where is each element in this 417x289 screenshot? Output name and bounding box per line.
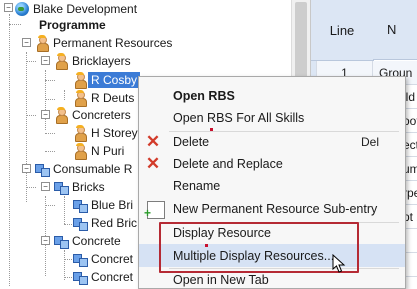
tree-connector (45, 99, 55, 100)
tree-node-consumable[interactable]: Consumable R (34, 159, 132, 178)
menu-item-new-sub-entry[interactable]: + New Permanent Resource Sub-entry (139, 197, 405, 220)
column-header-line[interactable]: Line (311, 0, 374, 61)
tree-node-label: R Deuts (91, 90, 135, 105)
tree-node-label: Concret (91, 269, 134, 284)
tree-node-label: N Puri (91, 143, 125, 158)
menu-item-open-rbs[interactable]: Open RBS (139, 84, 405, 107)
collapse-toggle[interactable]: − (41, 182, 50, 191)
tree-connector (26, 115, 36, 116)
tree-connector (64, 196, 65, 224)
tree-connector (45, 133, 55, 134)
tree-connector (26, 187, 36, 188)
menu-item-open-in-new-tab[interactable]: Open in New Tab (139, 268, 405, 288)
consumable-icon (72, 251, 88, 267)
annotation-dot (205, 244, 208, 247)
new-document-icon: + (144, 201, 165, 219)
tree-node-label: Concret (91, 251, 134, 266)
consumable-icon (72, 215, 88, 231)
tree-connector (64, 250, 65, 280)
tree-node-label: Concrete (72, 233, 121, 248)
tree-node-programme[interactable]: Programme (36, 15, 106, 34)
tree-node-label: Programme (39, 17, 106, 32)
tree-connector (45, 70, 46, 130)
person-icon (72, 71, 88, 89)
menu-item-label: Delete (173, 134, 210, 149)
person-icon (72, 142, 88, 160)
mouse-cursor-icon (332, 254, 346, 273)
consumable-icon (53, 179, 69, 195)
tree-connector (9, 14, 10, 286)
tree-node-bricklayers[interactable]: Bricklayers (53, 51, 131, 70)
menu-item-rename[interactable]: Rename (139, 174, 405, 197)
menu-item-label: New Permanent Resource Sub-entry (173, 201, 378, 216)
tree-node-label: Permanent Resources (53, 35, 173, 50)
menu-item-label: Open RBS For All Skills (173, 110, 305, 125)
tree-connector (45, 80, 55, 81)
tree-node-label: Red Bric (91, 215, 138, 230)
menu-item-display-resource[interactable]: Display Resource (139, 221, 405, 244)
collapse-toggle[interactable]: − (41, 236, 50, 245)
menu-item-multiple-display-resources[interactable]: Multiple Display Resources... (139, 244, 405, 267)
tree-node-label: R Cosby (88, 71, 141, 88)
tree-node-label: Consumable R (53, 161, 133, 176)
person-icon (72, 89, 88, 107)
menu-item-open-rbs-all-skills[interactable]: Open RBS For All Skills (139, 106, 405, 129)
consumable-icon (34, 161, 50, 177)
consumable-icon (72, 269, 88, 285)
tree-node-n-puri[interactable]: N Puri (72, 141, 124, 160)
person-icon (53, 106, 69, 124)
tree-connector (9, 24, 21, 25)
tree-node-concreters[interactable]: Concreters (53, 105, 131, 124)
tree-connector (45, 205, 55, 206)
delete-x-icon: ✕ (145, 154, 161, 173)
menu-item-delete[interactable]: ✕ Delete Del (139, 130, 405, 153)
tree-connector (45, 151, 55, 152)
menu-item-label: Open RBS (173, 88, 235, 103)
person-icon (53, 52, 69, 70)
collapse-toggle[interactable]: − (4, 3, 13, 12)
menu-item-delete-and-replace[interactable]: ✕ Delete and Replace (139, 152, 405, 175)
column-header-name[interactable]: N (373, 0, 417, 60)
tree-node-concrete-2[interactable]: Concret (72, 267, 133, 286)
consumable-icon (72, 197, 88, 213)
tree-node-bricks[interactable]: Bricks (53, 177, 105, 196)
tree-node-label: Blue Bri (91, 197, 134, 212)
tree-node-label: Blake Development (33, 1, 138, 16)
tree-connector (64, 90, 65, 100)
globe-icon (15, 1, 29, 16)
collapse-toggle[interactable]: − (22, 164, 31, 173)
collapse-toggle[interactable]: − (41, 56, 50, 65)
consumable-icon (53, 233, 69, 249)
menu-item-label: Rename (173, 178, 221, 193)
tree-node-r-cosby[interactable]: R Cosby (72, 70, 141, 89)
person-icon (34, 34, 50, 52)
person-icon (72, 124, 88, 142)
menu-item-shortcut: Del (360, 134, 379, 149)
collapse-toggle[interactable]: − (41, 110, 50, 119)
tree-node-permanent-resources[interactable]: Permanent Resources (34, 33, 172, 52)
tree-node-concrete[interactable]: Concrete (53, 231, 121, 250)
tree-node-label: Concreters (72, 107, 131, 122)
menu-item-label: Multiple Display Resources... (173, 248, 335, 263)
annotation-dot (210, 128, 213, 131)
tree-node-blue-bricks[interactable]: Blue Bri (72, 195, 133, 214)
menu-item-label: Delete and Replace (173, 156, 283, 171)
menu-item-label: Open in New Tab (173, 272, 269, 287)
collapse-toggle[interactable]: − (22, 38, 31, 47)
context-menu: Open RBS Open RBS For All Skills ✕ Delet… (138, 76, 406, 289)
menu-item-label: Display Resource (173, 225, 271, 240)
tree-node-label: Bricklayers (72, 53, 131, 68)
tree-node-concrete-1[interactable]: Concret (72, 249, 133, 268)
tree-node-h-storey[interactable]: H Storey (72, 123, 138, 142)
tree-connector (26, 61, 36, 62)
tree-node-label: Bricks (72, 179, 105, 194)
tree-connector (26, 52, 27, 202)
tree-node-label: H Storey (91, 125, 138, 140)
delete-x-icon: ✕ (145, 132, 161, 151)
tree-node-red-bricks[interactable]: Red Bric (72, 213, 137, 232)
